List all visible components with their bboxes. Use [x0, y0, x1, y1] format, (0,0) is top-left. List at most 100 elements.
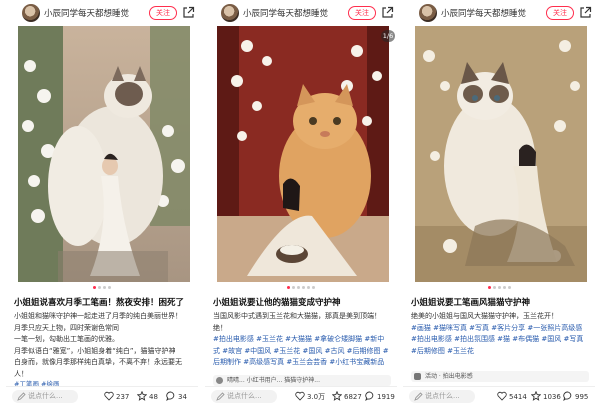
pager-dot[interactable] [497, 286, 501, 289]
favorite-count: 6827 [344, 393, 362, 401]
body-line: 月季只应天上物，四时荣谢色常同 [14, 323, 119, 332]
body-line: 绝美的小姐姐与国风大猫猫守护神，玉兰花开！ [411, 312, 558, 320]
comment-count: 1919 [377, 393, 395, 401]
like-count: 5414 [509, 393, 527, 401]
share-icon[interactable] [579, 6, 592, 19]
image-counter-badge: 1/6 [381, 30, 395, 42]
comment-icon [365, 391, 374, 402]
activity-text: 活动 · 拍出电影感 [425, 373, 473, 380]
body-line: 月季似语白“雅宽”，小姐姐身着“纯白”，猫猫守护神 [14, 346, 176, 355]
pager-dot[interactable] [507, 286, 511, 289]
pager-dot[interactable] [297, 286, 300, 289]
favorite-count: 1036 [543, 393, 561, 401]
star-icon [136, 390, 148, 401]
comment-placeholder: 说点什么... [227, 392, 262, 400]
follow-button[interactable]: 关注 [149, 6, 177, 20]
pager-dot[interactable] [93, 286, 96, 289]
pen-icon [414, 392, 423, 401]
pager-dot[interactable] [307, 286, 310, 289]
star-icon [331, 390, 343, 401]
comment-button[interactable]: 34 [166, 391, 187, 402]
pen-icon [17, 392, 26, 401]
comment-count: 34 [178, 393, 187, 401]
mention-bar[interactable]: 晴晴... 小红书用户... 猫猫守护神... [213, 375, 391, 386]
comment-input[interactable]: 说点什么... [211, 390, 277, 403]
body-line: 一笔一划，勾勒出工笔画的优雅。 [14, 335, 119, 343]
star-icon [530, 390, 542, 401]
pager-dot[interactable] [487, 286, 491, 289]
activity-bar[interactable]: 活动 · 拍出电影感 [411, 371, 589, 382]
comment-count: 995 [575, 393, 589, 401]
body-line: 小姐姐和猫咪守护神一起走进了月季的纯白美丽世界！ [14, 312, 182, 320]
comment-placeholder: 说点什么... [425, 392, 460, 400]
like-button[interactable]: 3.0万 [295, 391, 325, 402]
pager-dot[interactable] [302, 286, 305, 289]
share-icon[interactable] [182, 6, 195, 19]
comment-input[interactable]: 说点什么... [12, 390, 78, 403]
follow-button[interactable]: 关注 [348, 6, 376, 20]
comment-button[interactable]: 995 [563, 391, 588, 402]
body-line: 白身而，就像月季那样纯白真挚，不离不弃！永远要无 [14, 358, 182, 366]
follow-button[interactable]: 关注 [546, 6, 574, 20]
heart-icon [104, 391, 114, 401]
comment-input[interactable]: 说点什么... [409, 390, 475, 403]
post-header: 小辰同学每天都想睡觉 关注 [205, 3, 397, 25]
avatar[interactable] [419, 4, 437, 22]
like-button[interactable]: 5414 [497, 391, 527, 402]
post-image[interactable] [415, 26, 587, 282]
pager-dot[interactable] [103, 286, 106, 289]
activity-icon [414, 373, 421, 380]
like-count: 237 [116, 393, 130, 401]
username[interactable]: 小辰同学每天都想睡觉 [441, 7, 526, 19]
post-body: 绝美的小姐姐与国风大猫猫守护神，玉兰花开！ #画猫 #猫咪写真 #写真 #客片分… [411, 311, 589, 357]
pager-dot[interactable] [287, 286, 290, 289]
like-count: 3.0万 [307, 393, 326, 401]
pager-dot[interactable] [292, 286, 295, 289]
pager-dot[interactable] [492, 286, 496, 289]
post-title: 小姐姐说喜欢月季工笔画！熬夜安排！困死了 [14, 298, 185, 308]
body-line: 当国风影中式遇到玉兰花和大猫猫，那真是美到顶端！ [213, 312, 381, 320]
favorite-button[interactable]: 48 [136, 390, 158, 402]
pager-dot[interactable] [502, 286, 506, 289]
post-tags[interactable]: #拍出电影感 #玉兰花 #大猫猫 #拿破仑矮脚猫 #新中式 #故宫 #中国风 #… [213, 334, 391, 369]
engagement-bar: 说点什么... 5414 1036 995 [403, 386, 595, 404]
post-tags[interactable]: #画猫 #猫咪写真 #写真 #客片分享 #一张照片高级感 #拍出电影感 #拍出氛… [411, 323, 589, 358]
pager-dot[interactable] [108, 286, 111, 289]
avatar[interactable] [22, 4, 40, 22]
post-panel-3: 小辰同学每天都想睡觉 关注 小姐姐说要工笔画风猫猫守护神 绝美的小姐姐与国风大猫… [403, 0, 595, 404]
image-pager-dots [403, 286, 595, 292]
post-body: 当国风影中式遇到玉兰花和大猫猫，那真是美到顶端！ 绝！ #拍出电影感 #玉兰花 … [213, 311, 391, 369]
share-icon[interactable] [381, 6, 394, 19]
post-body: 小姐姐和猫咪守护神一起走进了月季的纯白美丽世界！ 月季只应天上物，四时荣谢色常同… [14, 311, 192, 380]
user-icon [216, 377, 223, 384]
favorite-count: 48 [149, 393, 158, 401]
username[interactable]: 小辰同学每天都想睡觉 [44, 7, 129, 19]
avatar[interactable] [221, 4, 239, 22]
post-image[interactable] [217, 26, 389, 282]
body-line: 绝！ [213, 323, 227, 332]
comment-button[interactable]: 1919 [365, 391, 395, 402]
heart-icon [497, 391, 507, 401]
post-title: 小姐姐说要让他的猫猫变成守护神 [213, 298, 341, 308]
pen-icon [216, 392, 225, 401]
pager-dot[interactable] [312, 286, 315, 289]
favorite-button[interactable]: 6827 [331, 390, 362, 402]
post-header: 小辰同学每天都想睡觉 关注 [403, 3, 595, 25]
post-image[interactable] [18, 26, 190, 282]
image-pager-dots [205, 286, 397, 292]
mention-text: 晴晴... 小红书用户... 猫猫守护神... [227, 377, 320, 384]
username[interactable]: 小辰同学每天都想睡觉 [243, 7, 328, 19]
post-panel-2: 小辰同学每天都想睡觉 关注 1/6 小姐姐说要让他的猫猫变成守护神 当国风影中式… [205, 0, 397, 404]
favorite-button[interactable]: 1036 [530, 390, 561, 402]
engagement-bar: 说点什么... 237 48 34 [6, 386, 198, 404]
engagement-bar: 说点什么... 3.0万 6827 1919 [205, 386, 397, 404]
like-button[interactable]: 237 [104, 391, 129, 402]
comment-icon [166, 391, 175, 402]
post-title: 小姐姐说要工笔画风猫猫守护神 [411, 298, 531, 308]
comment-placeholder: 说点什么... [28, 392, 63, 400]
comment-icon [563, 391, 572, 402]
pager-dot[interactable] [98, 286, 101, 289]
post-panel-1: 小辰同学每天都想睡觉 关注 小姐姐说喜欢月季工笔画！熬夜安排！困死了 小姐姐和猫… [6, 0, 198, 404]
heart-icon [295, 391, 305, 401]
image-pager-dots [6, 286, 198, 292]
